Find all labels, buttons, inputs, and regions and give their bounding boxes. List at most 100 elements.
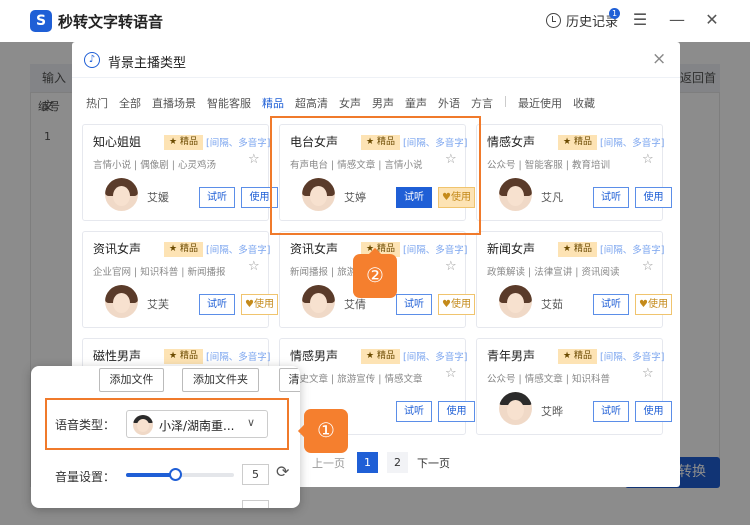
star-icon[interactable]: ☆	[642, 366, 654, 381]
avatar	[302, 285, 335, 318]
voice-name: 情感男声	[290, 349, 339, 363]
speaker-name: 艾倩	[344, 298, 366, 311]
tab-all[interactable]: 全部	[119, 95, 141, 111]
voice-name: 情感女声	[487, 135, 536, 149]
vip-use-button[interactable]: ♥使用	[635, 294, 672, 315]
close-window-icon[interactable]: ✕	[702, 10, 722, 29]
voice-card[interactable]: 资讯女声 ★ 精品 [间隔、多音字] 企业官网 | 知识科普 | 新闻播报 ☆ …	[82, 231, 278, 328]
settings-panel: 添加文件 添加文件夹 清 语音类型： 小泽/湖南重... ∨ 音量设置： 5 ⟳	[31, 366, 300, 508]
diamond-icon: ♥	[639, 299, 648, 310]
speaker-name: 艾晔	[541, 405, 563, 418]
menu-icon[interactable]: ☰	[630, 10, 650, 29]
tab-hd[interactable]: 超高清	[295, 95, 328, 111]
voice-usage: 公众号 | 情感文章 | 知识科普	[487, 374, 610, 385]
listen-button[interactable]: 试听	[199, 294, 235, 315]
tab-live[interactable]: 直播场景	[152, 95, 196, 111]
vip-use-button[interactable]: ♥使用	[438, 294, 475, 315]
clear-button[interactable]: 清	[279, 368, 300, 392]
use-label: 使用	[450, 299, 471, 310]
selection-highlight	[270, 116, 481, 235]
voice-card[interactable]: 情感女声 ★ 精品 [间隔、多音字] 公众号 | 智能客服 | 教育培训 ☆ 艾…	[476, 124, 672, 221]
premium-tag: ★ 精品	[558, 349, 597, 364]
modal-title: 背景主播类型	[108, 56, 187, 71]
diamond-icon: ♥	[245, 299, 254, 310]
vip-use-button[interactable]: ♥使用	[241, 294, 278, 315]
listen-button[interactable]: 试听	[593, 294, 629, 315]
listen-button[interactable]: 试听	[593, 401, 629, 422]
modal-header: ♪ 背景主播类型 ×	[72, 42, 680, 78]
app-title: 秒转文字转语音	[58, 13, 164, 31]
voice-name: 知心姐姐	[93, 135, 142, 149]
voice-card[interactable]: 新闻女声 ★ 精品 [间隔、多音字] 政策解读 | 法律宣讲 | 资讯阅读 ☆ …	[476, 231, 672, 328]
reset-icon[interactable]: ⟳	[276, 462, 289, 481]
avatar	[105, 285, 138, 318]
prev-page[interactable]: 上一页	[312, 455, 345, 471]
tab-female[interactable]: 女声	[339, 95, 361, 111]
feature-note: [间隔、多音字]	[206, 138, 271, 149]
add-folder-button[interactable]: 添加文件夹	[182, 368, 259, 392]
page-2[interactable]: 2	[387, 452, 408, 473]
history-button[interactable]: 历史记录	[546, 11, 618, 30]
star-icon[interactable]: ☆	[642, 259, 654, 274]
voice-card[interactable]: 知心姐姐 ★ 精品 [间隔、多音字] 言情小说 | 偶像剧 | 心灵鸡汤 ☆ 艾…	[82, 124, 278, 221]
use-label: 使用	[253, 299, 274, 310]
tab-recent[interactable]: 最近使用	[518, 95, 562, 111]
step-marker-1: ①	[304, 409, 348, 453]
speaker-name: 艾凡	[541, 191, 563, 204]
diamond-icon: ♥	[442, 299, 451, 310]
tab-child[interactable]: 童声	[405, 95, 427, 111]
feature-note: [间隔、多音字]	[600, 245, 665, 256]
premium-tag: ★ 精品	[164, 349, 203, 364]
tab-divider	[505, 96, 506, 107]
star-icon[interactable]: ☆	[445, 259, 457, 274]
use-button[interactable]: 使用	[438, 401, 475, 422]
voice-type-value: 小泽/湖南重...	[159, 419, 235, 433]
tab-hot[interactable]: 热门	[86, 95, 108, 111]
voice-usage: 历史文章 | 旅游宣传 | 情感文章	[290, 374, 423, 385]
history-badge: 1	[609, 8, 620, 19]
use-button[interactable]: 使用	[635, 401, 672, 422]
listen-button[interactable]: 试听	[593, 187, 629, 208]
clock-icon	[546, 13, 561, 28]
voice-name: 新闻女声	[487, 242, 536, 256]
tab-dialect[interactable]: 方言	[471, 95, 493, 111]
add-file-button[interactable]: 添加文件	[99, 368, 164, 392]
modal-close-icon[interactable]: ×	[652, 49, 666, 69]
tab-foreign[interactable]: 外语	[438, 95, 460, 111]
voice-name: 资讯女声	[93, 242, 142, 256]
speaker-name: 艾芙	[147, 298, 169, 311]
listen-button[interactable]: 试听	[199, 187, 235, 208]
voice-type-select[interactable]: 小泽/湖南重... ∨	[126, 410, 268, 438]
voice-name: 资讯女声	[290, 242, 339, 256]
star-icon[interactable]: ☆	[248, 259, 260, 274]
voice-usage: 企业官网 | 知识科普 | 新闻播报	[93, 267, 226, 278]
volume-input[interactable]: 5	[242, 464, 269, 485]
volume-slider-handle[interactable]	[168, 468, 182, 481]
panel-field-edge	[242, 500, 269, 508]
voice-usage: 政策解读 | 法律宣讲 | 资讯阅读	[487, 267, 620, 278]
use-button[interactable]: 使用	[635, 187, 672, 208]
tab-premium[interactable]: 精品	[262, 95, 284, 111]
tab-favorites[interactable]: 收藏	[573, 95, 595, 111]
page-1[interactable]: 1	[357, 452, 378, 473]
premium-tag: ★ 精品	[558, 135, 597, 150]
tab-service[interactable]: 智能客服	[207, 95, 251, 111]
star-icon[interactable]: ☆	[248, 152, 260, 167]
voice-usage: 公众号 | 智能客服 | 教育培训	[487, 160, 610, 171]
voice-name: 青年男声	[487, 349, 536, 363]
minimize-icon[interactable]: —	[667, 10, 687, 29]
star-icon[interactable]: ☆	[642, 152, 654, 167]
listen-button[interactable]: 试听	[396, 294, 432, 315]
voice-card[interactable]: 青年男声 ★ 精品 [间隔、多音字] 公众号 | 情感文章 | 知识科普 ☆ 艾…	[476, 338, 672, 435]
voice-type-label: 语音类型：	[55, 418, 116, 432]
next-page[interactable]: 下一页	[417, 455, 450, 471]
voice-usage: 言情小说 | 偶像剧 | 心灵鸡汤	[93, 160, 216, 171]
listen-button[interactable]: 试听	[396, 401, 432, 422]
volume-label: 音量设置：	[55, 470, 116, 484]
tab-male[interactable]: 男声	[372, 95, 394, 111]
star-icon[interactable]: ☆	[445, 366, 457, 381]
feature-note: [间隔、多音字]	[403, 352, 468, 363]
step-marker-2: ②	[353, 254, 397, 298]
voice-name: 磁性男声	[93, 349, 142, 363]
feature-note: [间隔、多音字]	[206, 245, 271, 256]
